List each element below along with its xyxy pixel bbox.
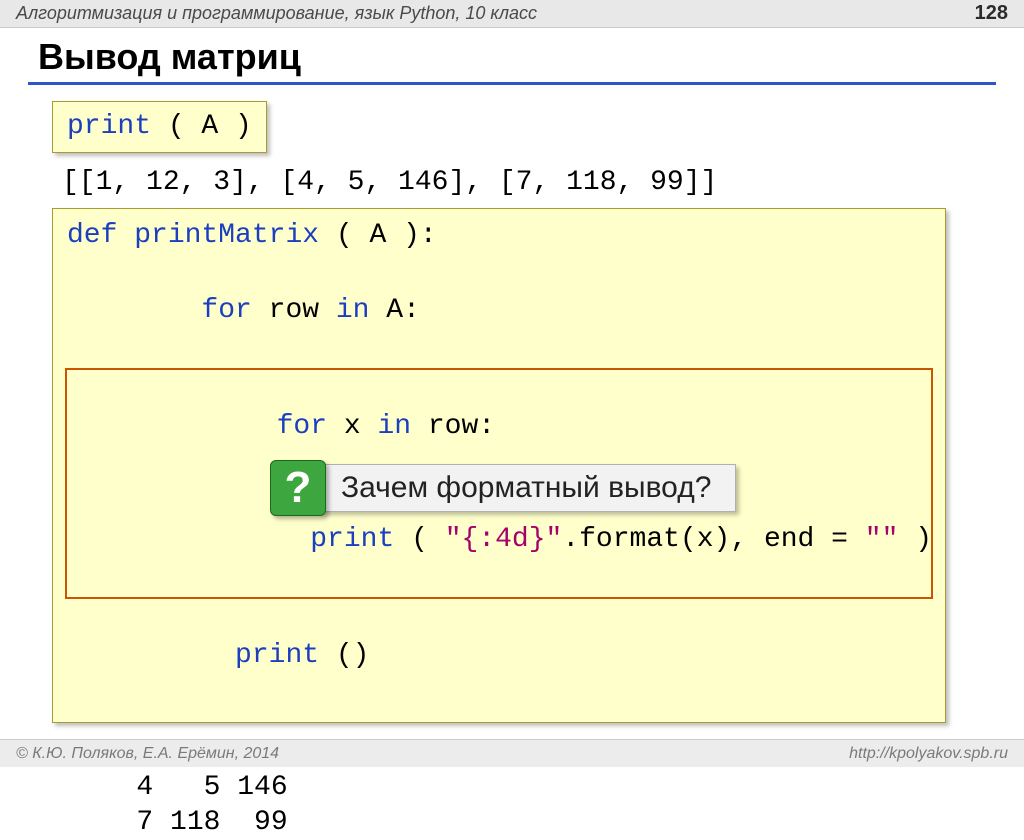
footer-url: http://kpolyakov.spb.ru bbox=[849, 745, 1008, 763]
code-text: .format(x), end bbox=[562, 524, 814, 555]
fn-print: print bbox=[209, 524, 394, 555]
page-number: 128 bbox=[975, 2, 1008, 25]
code-text: x bbox=[327, 411, 377, 442]
kw-in: in bbox=[377, 411, 411, 442]
copyright: © К.Ю. Поляков, Е.А. Ерёмин, 2014 bbox=[16, 745, 279, 763]
code-line-5: print () bbox=[67, 599, 931, 712]
fn-name: printMatrix bbox=[117, 220, 319, 251]
str-literal: "" bbox=[865, 524, 899, 555]
callout-row: ? Зачем форматный вывод? bbox=[270, 460, 736, 516]
code-text: ) bbox=[898, 524, 932, 555]
footer-bar: © К.Ю. Поляков, Е.А. Ерёмин, 2014 http:/… bbox=[0, 739, 1024, 767]
kw-in: in bbox=[336, 295, 370, 326]
code-text: row bbox=[252, 295, 336, 326]
kw-for: for bbox=[209, 411, 327, 442]
raw-output: [[1, 12, 3], [4, 5, 146], [7, 118, 99]] bbox=[62, 167, 996, 198]
code-text: A: bbox=[369, 295, 419, 326]
code-kw-print: print bbox=[67, 111, 151, 142]
str-literal: "{:4d}" bbox=[445, 524, 563, 555]
code-line-1: def printMatrix ( A ): bbox=[67, 217, 931, 255]
code-text: = bbox=[814, 524, 864, 555]
callout-text: Зачем форматный вывод? bbox=[318, 464, 736, 512]
kw-for: for bbox=[168, 295, 252, 326]
code-text: row: bbox=[411, 411, 495, 442]
slide-content: Вывод матриц print ( A ) [[1, 12, 3], [4… bbox=[0, 28, 1024, 840]
question-mark-icon: ? bbox=[270, 460, 326, 516]
header-bar: Алгоритмизация и программирование, язык … bbox=[0, 0, 1024, 28]
fn-print: print bbox=[168, 640, 319, 671]
code-text: () bbox=[319, 640, 369, 671]
code-text: ( bbox=[394, 524, 444, 555]
breadcrumb: Алгоритмизация и программирование, язык … bbox=[16, 3, 537, 24]
kw-def: def bbox=[67, 220, 117, 251]
page-title: Вывод матриц bbox=[28, 34, 996, 85]
code-box-print: print ( A ) bbox=[52, 101, 267, 153]
code-line-2: for row in A: bbox=[67, 255, 931, 368]
code-text: ( A ) bbox=[151, 111, 252, 142]
code-text: ( A ): bbox=[319, 220, 437, 251]
